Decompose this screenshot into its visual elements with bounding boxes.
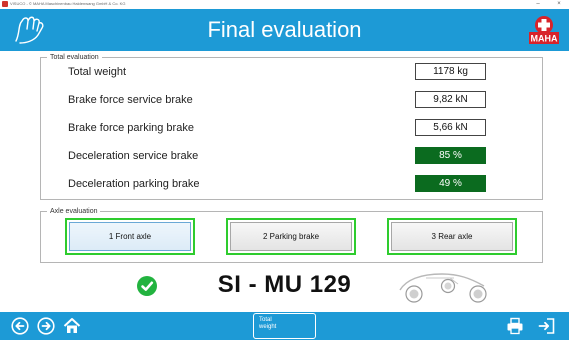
logo-text: MAHA — [531, 34, 558, 44]
front-axle-label: 1 Front axle — [69, 222, 191, 251]
footer-bar: Total weight — [0, 312, 569, 340]
deceleration-service-label: Deceleration service brake — [68, 150, 199, 162]
deceleration-parking-value: 49 % — [415, 175, 486, 192]
brake-force-parking-label: Brake force parking brake — [68, 122, 194, 134]
window-titlebar: VISUCO - © MAHA Maschinenbau Haldenwang … — [0, 0, 569, 9]
deceleration-service-value: 85 % — [415, 147, 486, 164]
total-weight-button-line1: Total — [259, 317, 272, 323]
total-weight-button-line2: weight — [259, 324, 277, 330]
window-title: VISUCO - © MAHA Maschinenbau Haldenwang … — [10, 1, 126, 6]
app-icon — [2, 1, 8, 7]
total-evaluation-legend: Total evaluation — [47, 53, 102, 62]
total-weight-value: 1178 kg — [415, 63, 486, 80]
brake-force-parking-value: 5,66 kN — [415, 119, 486, 136]
brake-force-service-value: 9,82 kN — [415, 91, 486, 108]
exit-icon[interactable] — [538, 317, 556, 335]
page-title: Final evaluation — [207, 17, 362, 42]
minimize-button[interactable]: – — [531, 0, 545, 9]
total-weight-label: Total weight — [68, 66, 127, 78]
header-bar: Final evaluation MAHA — [0, 9, 569, 51]
brake-force-service-label: Brake force service brake — [68, 94, 193, 106]
rear-axle-label: 3 Rear axle — [391, 222, 513, 251]
parking-brake-button[interactable]: 2 Parking brake — [226, 218, 356, 255]
car-icon — [399, 273, 487, 303]
printer-icon[interactable] — [506, 317, 524, 335]
deceleration-parking-label: Deceleration parking brake — [68, 178, 200, 190]
close-button[interactable]: × — [552, 0, 566, 9]
back-arrow-icon[interactable] — [11, 317, 29, 335]
total-weight-button[interactable]: Total weight — [253, 313, 316, 339]
parking-brake-label: 2 Parking brake — [230, 222, 352, 251]
axle-evaluation-legend: Axle evaluation — [47, 207, 101, 216]
maha-logo: MAHA — [529, 16, 559, 44]
home-icon[interactable] — [63, 317, 81, 335]
front-axle-button[interactable]: 1 Front axle — [65, 218, 195, 255]
rear-axle-button[interactable]: 3 Rear axle — [387, 218, 517, 255]
forward-arrow-icon[interactable] — [37, 317, 55, 335]
